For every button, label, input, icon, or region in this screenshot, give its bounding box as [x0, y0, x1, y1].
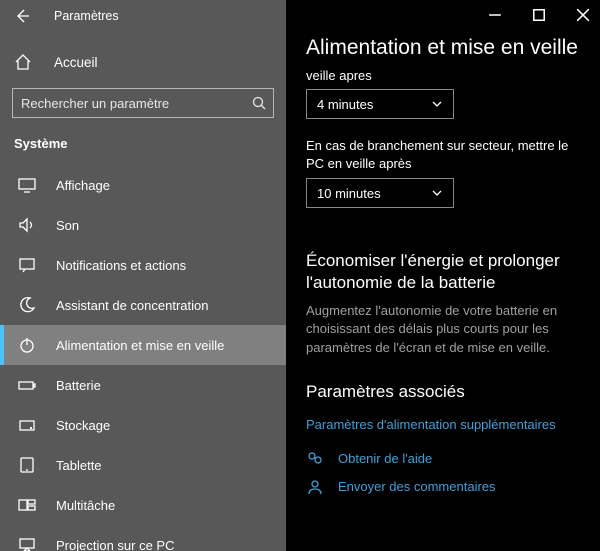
- sidebar-group-title: Système: [0, 130, 286, 165]
- sleep-plugged-select[interactable]: 10 minutes: [306, 178, 454, 208]
- sidebar-item-label: Son: [56, 218, 79, 233]
- get-help-link[interactable]: Obtenir de l'aide: [306, 450, 580, 468]
- chevron-down-icon: [431, 187, 443, 199]
- sidebar-item-affichage[interactable]: Affichage: [0, 165, 286, 205]
- sidebar-item-label: Assistant de concentration: [56, 298, 208, 313]
- settings-sidebar: Paramètres Accueil Système Affichage Son…: [0, 0, 286, 551]
- search-icon: [252, 96, 266, 110]
- sidebar-item-battery[interactable]: Batterie: [0, 365, 286, 405]
- sidebar-item-notifications[interactable]: Notifications et actions: [0, 245, 286, 285]
- save-energy-desc: Augmentez l'autonomie de votre batterie …: [306, 302, 580, 357]
- sidebar-item-label: Notifications et actions: [56, 258, 186, 273]
- sidebar-item-tablet[interactable]: Tablette: [0, 445, 286, 485]
- battery-icon: [18, 376, 36, 394]
- get-help-label: Obtenir de l'aide: [338, 451, 432, 466]
- sidebar-item-focus[interactable]: Assistant de concentration: [0, 285, 286, 325]
- home-label: Accueil: [54, 55, 98, 70]
- feedback-label: Envoyer des commentaires: [338, 479, 496, 494]
- sidebar-item-projection[interactable]: Projection sur ce PC: [0, 525, 286, 551]
- feedback-link[interactable]: Envoyer des commentaires: [306, 478, 580, 496]
- sidebar-items: Affichage Son Notifications et actions A…: [0, 165, 286, 551]
- related-settings-title: Paramètres associés: [306, 381, 580, 403]
- notifications-icon: [18, 256, 36, 274]
- sidebar-item-storage[interactable]: Stockage: [0, 405, 286, 445]
- sound-icon: [18, 216, 36, 234]
- search-wrap: [12, 88, 274, 118]
- sidebar-item-label: Stockage: [56, 418, 110, 433]
- main-content: Alimentation et mise en veille veille ap…: [286, 30, 600, 496]
- back-icon[interactable]: [14, 8, 30, 24]
- minimize-icon[interactable]: [488, 8, 502, 22]
- sidebar-item-power[interactable]: Alimentation et mise en veille: [0, 325, 286, 365]
- sleep-battery-select[interactable]: 4 minutes: [306, 89, 454, 119]
- feedback-icon: [306, 478, 324, 496]
- page-title: Alimentation et mise en veille: [306, 36, 580, 60]
- sidebar-item-label: Tablette: [56, 458, 102, 473]
- tablet-icon: [18, 456, 36, 474]
- sidebar-item-label: Affichage: [56, 178, 110, 193]
- multitask-icon: [18, 496, 36, 514]
- display-icon: [18, 176, 36, 194]
- window-title: Paramètres: [54, 9, 119, 23]
- main-panel: Alimentation et mise en veille veille ap…: [286, 0, 600, 551]
- power-icon: [18, 336, 36, 354]
- sidebar-item-label: Batterie: [56, 378, 101, 393]
- sidebar-item-label: Alimentation et mise en veille: [56, 338, 224, 353]
- select-value: 4 minutes: [317, 97, 373, 112]
- sleep-plugged-label: En cas de branchement sur secteur, mettr…: [306, 137, 580, 172]
- maximize-icon[interactable]: [532, 8, 546, 22]
- sleep-battery-label-truncated: veille apres: [306, 68, 580, 83]
- sidebar-item-label: Projection sur ce PC: [56, 538, 175, 551]
- sidebar-item-multitask[interactable]: Multitâche: [0, 485, 286, 525]
- sidebar-item-son[interactable]: Son: [0, 205, 286, 245]
- sidebar-home[interactable]: Accueil: [0, 44, 286, 80]
- additional-power-link[interactable]: Paramètres d'alimentation supplémentaire…: [306, 417, 556, 432]
- sidebar-item-label: Multitâche: [56, 498, 115, 513]
- select-value: 10 minutes: [317, 186, 381, 201]
- help-icon: [306, 450, 324, 468]
- storage-icon: [18, 416, 36, 434]
- projection-icon: [18, 536, 36, 551]
- chevron-down-icon: [431, 98, 443, 110]
- home-icon: [14, 53, 32, 71]
- save-energy-title: Économiser l'énergie et prolonger l'auto…: [306, 250, 580, 294]
- moon-icon: [18, 296, 36, 314]
- search-input[interactable]: [12, 88, 274, 118]
- close-icon[interactable]: [576, 8, 590, 22]
- sidebar-titlebar: Paramètres: [0, 0, 286, 32]
- window-controls: [286, 0, 600, 30]
